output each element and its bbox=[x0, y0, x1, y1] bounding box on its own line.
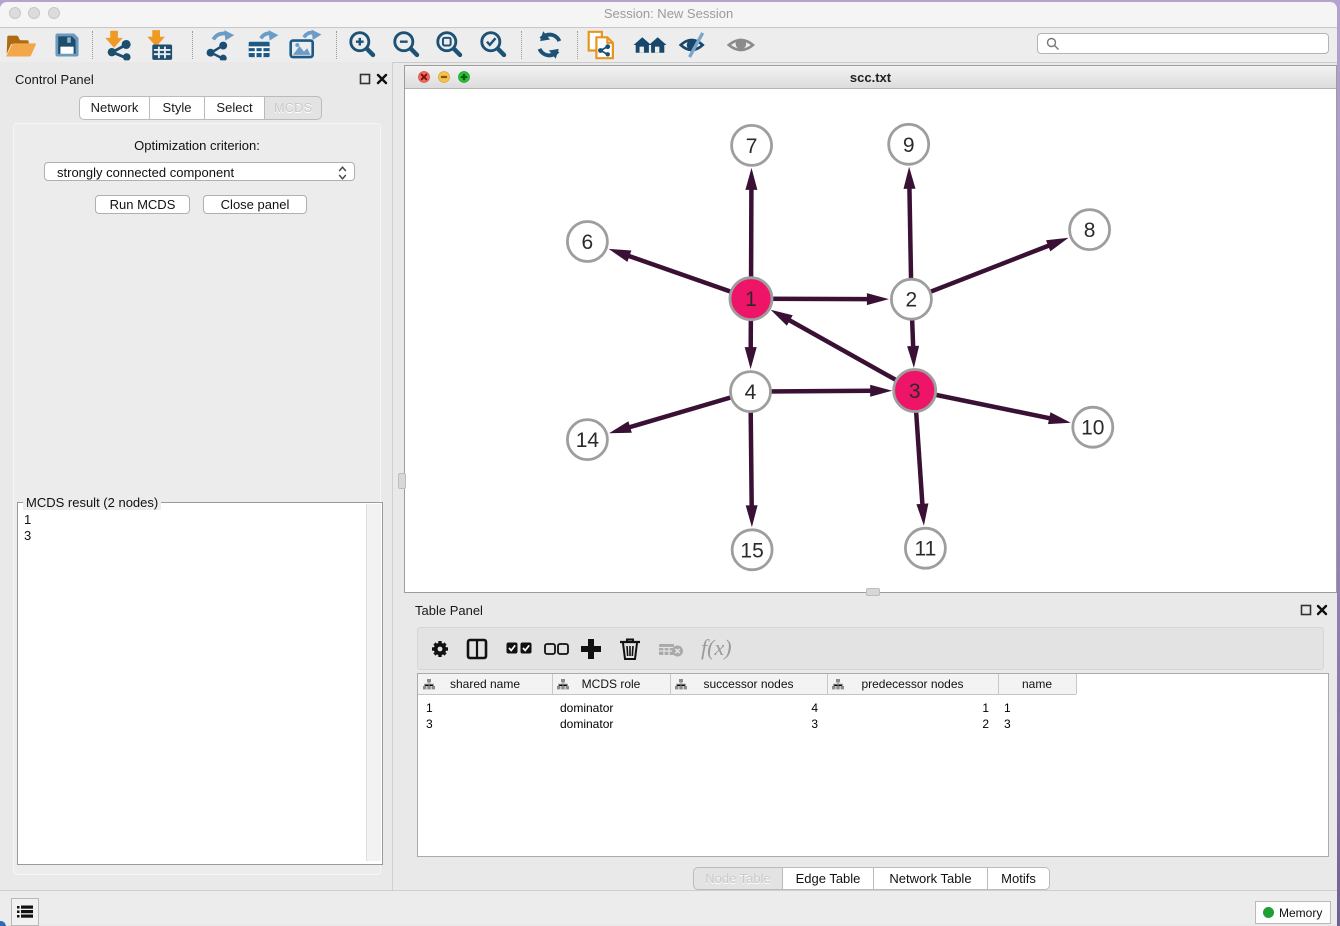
svg-text:15: 15 bbox=[740, 539, 763, 562]
svg-text:8: 8 bbox=[1084, 219, 1096, 242]
svg-text:6: 6 bbox=[582, 231, 594, 254]
svg-text:7: 7 bbox=[746, 135, 758, 158]
svg-text:1: 1 bbox=[745, 288, 757, 311]
svg-text:10: 10 bbox=[1081, 417, 1104, 440]
svg-text:3: 3 bbox=[909, 380, 921, 403]
svg-text:11: 11 bbox=[914, 538, 936, 561]
svg-text:2: 2 bbox=[906, 289, 918, 312]
svg-text:14: 14 bbox=[576, 429, 600, 452]
svg-text:9: 9 bbox=[903, 134, 915, 157]
svg-text:4: 4 bbox=[745, 381, 757, 404]
